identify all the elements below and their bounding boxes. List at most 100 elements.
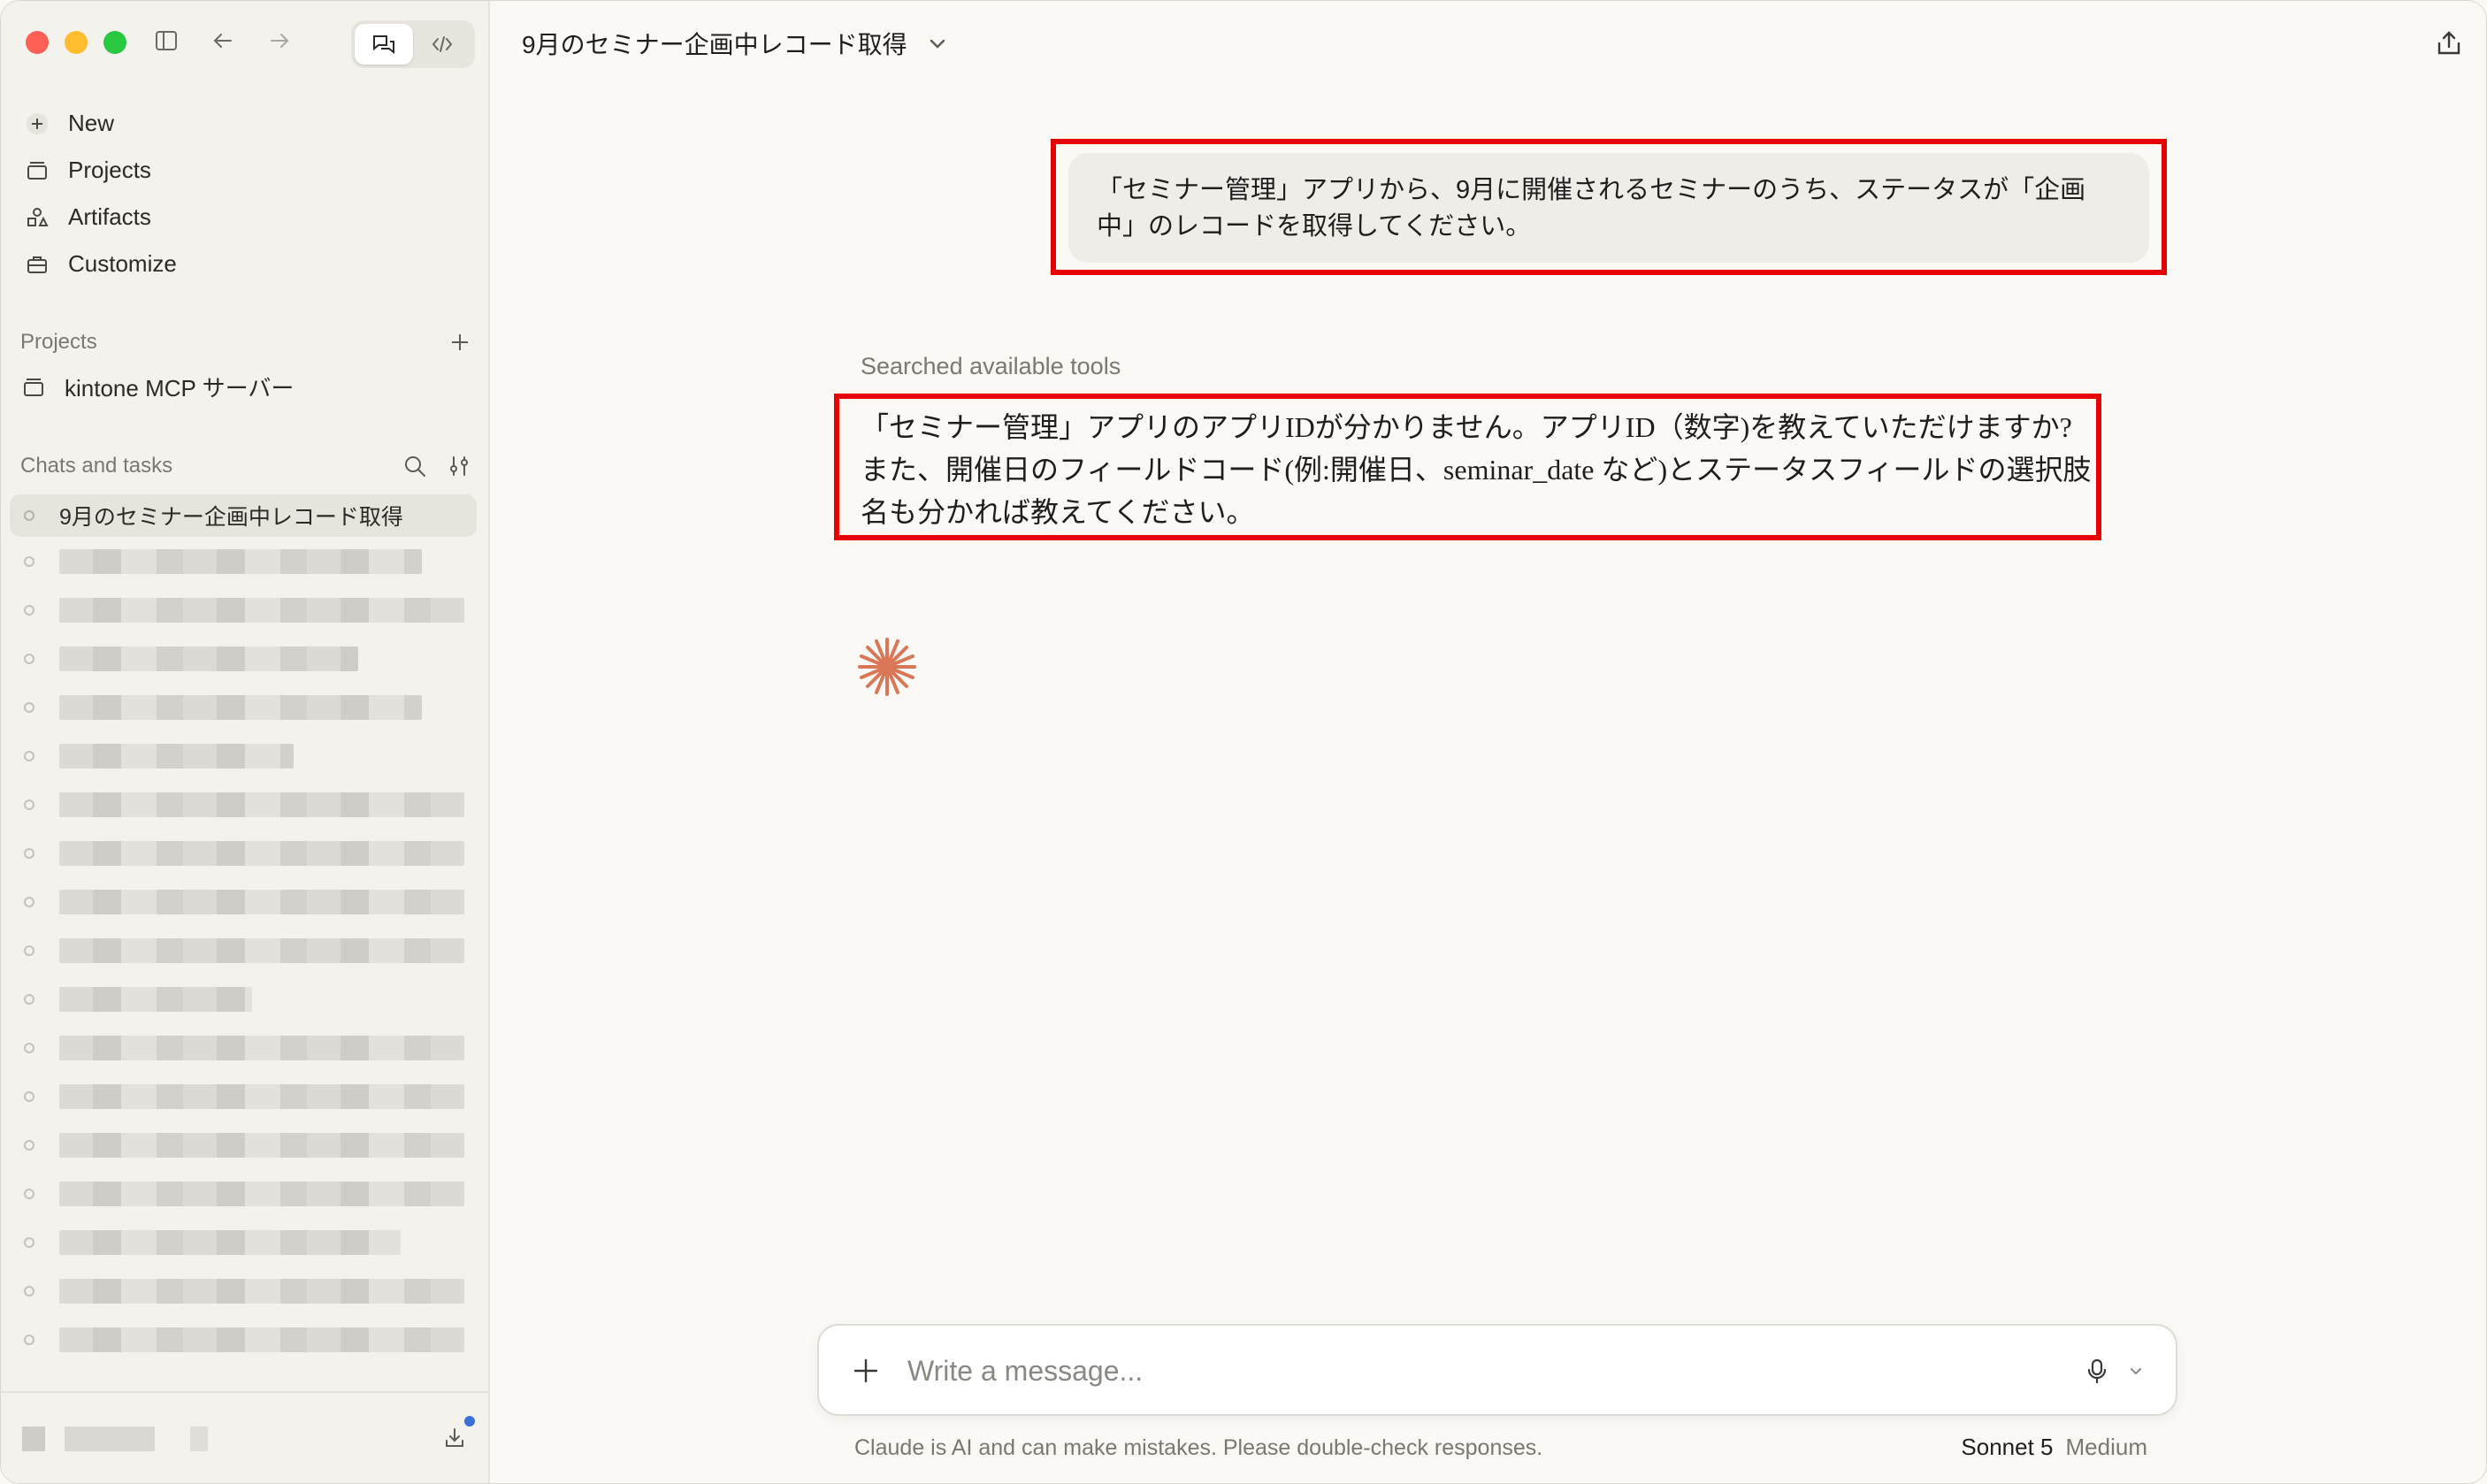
list-item[interactable]: [10, 537, 477, 585]
chats-section-header: Chats and tasks: [20, 454, 471, 478]
nav-artifacts[interactable]: Artifacts: [19, 194, 478, 241]
redacted-chat-title: [59, 743, 294, 769]
redacted-chat-title: [59, 694, 422, 720]
redacted-chat-title: [59, 1229, 401, 1255]
sidebar: New Projects Artifacts Customize Project…: [1, 1, 490, 1483]
download-icon[interactable]: [440, 1423, 470, 1453]
chat-status-dot: [24, 1188, 34, 1199]
redacted-account[interactable]: [22, 1427, 208, 1451]
chat-status-dot: [24, 653, 34, 664]
list-item[interactable]: [10, 926, 477, 975]
redacted-chat-title: [59, 889, 464, 914]
chat-status-dot: [24, 1090, 34, 1102]
folder-icon: [19, 372, 49, 402]
redacted-chat-title: [59, 548, 422, 574]
sidebar-toggle-icon[interactable]: [151, 26, 181, 56]
redacted-chat-title: [59, 937, 464, 963]
highlight-box-user: 「セミナー管理」アプリから、9月に開催されるセミナーのうち、ステータスが「企画中…: [1051, 139, 2167, 275]
redacted-chat-title: [59, 986, 252, 1012]
briefcase-icon: [22, 249, 52, 279]
main-panel: 9月のセミナー企画中レコード取得 「セミナー管理」アプリから、9月に開催されるセ…: [492, 1, 2486, 1483]
redacted-chat-title: [59, 1327, 464, 1352]
redacted-chat-title: [59, 1278, 464, 1304]
list-item[interactable]: [10, 829, 477, 877]
chats-section-title: Chats and tasks: [20, 454, 173, 478]
sidebar-toolbar: [151, 26, 295, 56]
share-icon[interactable]: [2431, 26, 2467, 61]
list-item[interactable]: [10, 1023, 477, 1072]
minimize-window-button[interactable]: [65, 31, 88, 54]
chat-status-dot: [24, 1139, 34, 1151]
claude-spark-icon: [858, 638, 916, 696]
chat-status-dot: [24, 993, 34, 1005]
project-item-kintone[interactable]: kintone MCP サーバー: [19, 371, 294, 403]
redacted-chat-title: [59, 1083, 464, 1109]
chat-title-dropdown[interactable]: 9月のセミナー企画中レコード取得: [522, 26, 948, 61]
chevron-down-icon[interactable]: [2123, 1358, 2149, 1384]
chat-status-dot: [24, 1334, 34, 1345]
nav-new-label: New: [68, 110, 115, 136]
list-item[interactable]: [10, 1121, 477, 1169]
nav-projects-label: Projects: [68, 157, 151, 183]
chat-status-dot: [24, 555, 34, 567]
projects-section-title: Projects: [20, 330, 97, 354]
nav-customize[interactable]: Customize: [19, 241, 478, 287]
project-item-label: kintone MCP サーバー: [65, 375, 295, 402]
list-item[interactable]: [10, 877, 477, 926]
zoom-window-button[interactable]: [103, 31, 126, 54]
redacted-chat-title: [59, 840, 464, 866]
artifacts-icon: [22, 203, 52, 233]
back-arrow-icon[interactable]: [208, 26, 238, 56]
list-item[interactable]: [10, 585, 477, 634]
window-controls: [26, 31, 126, 54]
list-item[interactable]: [10, 683, 477, 731]
microphone-icon[interactable]: [2080, 1354, 2114, 1388]
message-composer: [817, 1324, 2177, 1416]
chat-item-active[interactable]: 9月のセミナー企画中レコード取得: [10, 494, 477, 537]
chat-mode-button[interactable]: [355, 24, 413, 65]
code-mode-button[interactable]: [413, 24, 471, 65]
chat-status-dot: [24, 1285, 34, 1297]
list-item[interactable]: [10, 731, 477, 780]
sidebar-footer: [1, 1391, 490, 1483]
tool-status[interactable]: Searched available tools: [861, 353, 1121, 380]
list-item[interactable]: [10, 1072, 477, 1121]
chat-list: 9月のセミナー企画中レコード取得: [10, 494, 477, 1364]
search-icon[interactable]: [402, 454, 427, 478]
list-item[interactable]: [10, 1218, 477, 1266]
redacted-chat-title: [59, 1132, 464, 1158]
code-icon: [432, 36, 453, 52]
redacted-chat-title: [59, 597, 464, 623]
list-item[interactable]: [10, 780, 477, 829]
forward-arrow-icon[interactable]: [264, 26, 295, 56]
redacted-chat-title: [59, 792, 464, 817]
close-window-button[interactable]: [26, 31, 49, 54]
chat-status-dot: [24, 799, 34, 810]
notification-badge: [463, 1414, 477, 1428]
chat-status-dot: [24, 847, 34, 859]
chevron-down-icon: [927, 33, 948, 54]
page-title: 9月のセミナー企画中レコード取得: [522, 31, 907, 58]
nav-projects[interactable]: Projects: [19, 147, 478, 194]
app-window: New Projects Artifacts Customize Project…: [0, 0, 2487, 1484]
filter-icon[interactable]: [447, 454, 471, 478]
add-attachment-icon[interactable]: [849, 1354, 883, 1388]
chat-status-dot: [24, 1042, 34, 1053]
redacted-chat-title: [59, 1181, 464, 1206]
mode-toggle: [351, 20, 475, 68]
message-input[interactable]: [907, 1349, 1969, 1393]
list-item[interactable]: [10, 1266, 477, 1315]
nav-new[interactable]: New: [19, 100, 478, 147]
add-project-icon[interactable]: [448, 331, 471, 354]
redacted-chat-title: [59, 1035, 464, 1060]
sidebar-nav: New Projects Artifacts Customize: [19, 100, 478, 287]
chat-status-dot: [24, 945, 34, 956]
list-item[interactable]: [10, 1315, 477, 1364]
chat-status-dot: [24, 701, 34, 713]
list-item[interactable]: [10, 975, 477, 1023]
model-selector[interactable]: Sonnet 5 Medium: [1961, 1434, 2147, 1461]
list-item[interactable]: [10, 634, 477, 683]
list-item[interactable]: [10, 1169, 477, 1218]
highlight-box-assistant: 「セミナー管理」アプリのアプリIDが分かりません。アプリID（数字)を教えていた…: [834, 394, 2101, 540]
chat-status-dot: [24, 896, 34, 907]
